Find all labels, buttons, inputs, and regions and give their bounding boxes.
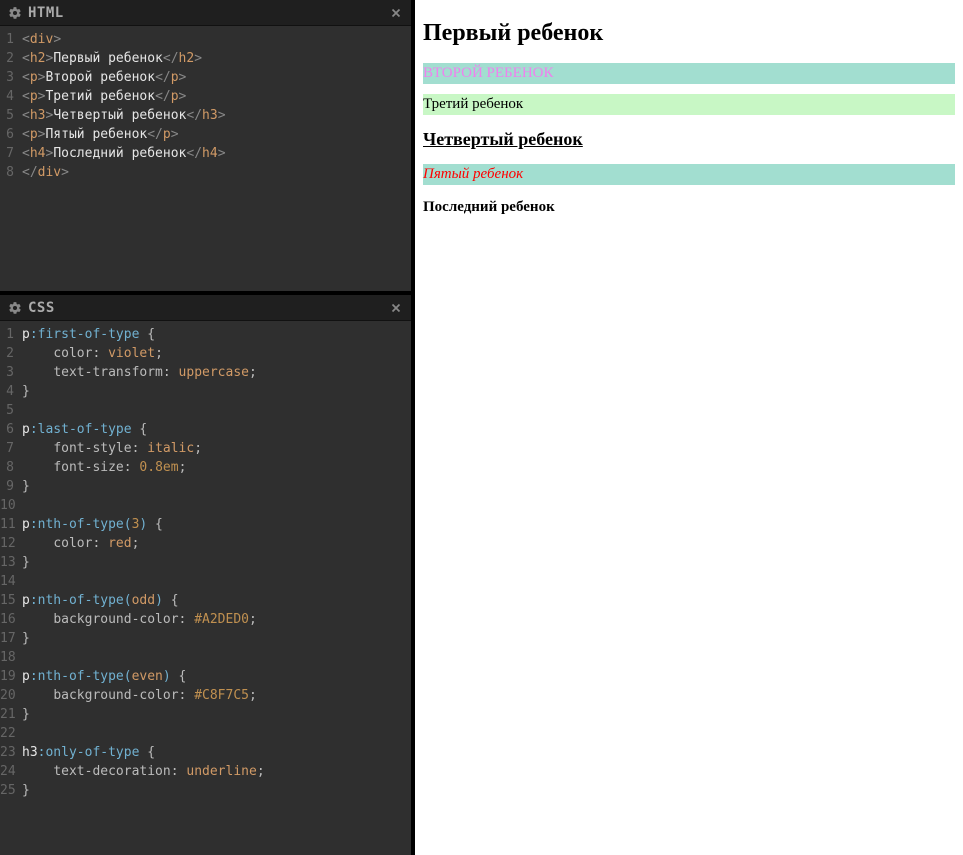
css-code-editor[interactable]: 1p:first-of-type {2 color: violet;3 text…	[0, 321, 411, 855]
panel-title-html: HTML	[28, 5, 64, 21]
panel-header-css: CSS	[0, 295, 411, 321]
preview-p3: Пятый ребенок	[423, 164, 955, 185]
preview-h2: Первый ребенок	[423, 20, 955, 47]
preview-h4: Последний ребенок	[423, 199, 955, 216]
panel-html: HTML 1<div>2<h2>Первый ребенок</h2>3<p>В…	[0, 0, 411, 295]
gear-icon[interactable]	[8, 6, 22, 20]
preview-pane: Первый ребенок Второй ребенок Третий реб…	[415, 0, 963, 855]
editor-pane: HTML 1<div>2<h2>Первый ребенок</h2>3<p>В…	[0, 0, 415, 855]
panel-title-css: CSS	[28, 300, 55, 316]
preview-p2: Третий ребенок	[423, 94, 955, 115]
panel-css: CSS 1p:first-of-type {2 color: violet;3 …	[0, 295, 411, 855]
html-code-editor[interactable]: 1<div>2<h2>Первый ребенок</h2>3<p>Второй…	[0, 26, 411, 291]
preview-h3: Четвертый ребенок	[423, 129, 955, 150]
preview-output: Первый ребенок Второй ребенок Третий реб…	[415, 0, 963, 238]
panel-header-html: HTML	[0, 0, 411, 26]
preview-p1: Второй ребенок	[423, 63, 955, 84]
close-icon[interactable]	[389, 301, 403, 315]
close-icon[interactable]	[389, 6, 403, 20]
gear-icon[interactable]	[8, 301, 22, 315]
